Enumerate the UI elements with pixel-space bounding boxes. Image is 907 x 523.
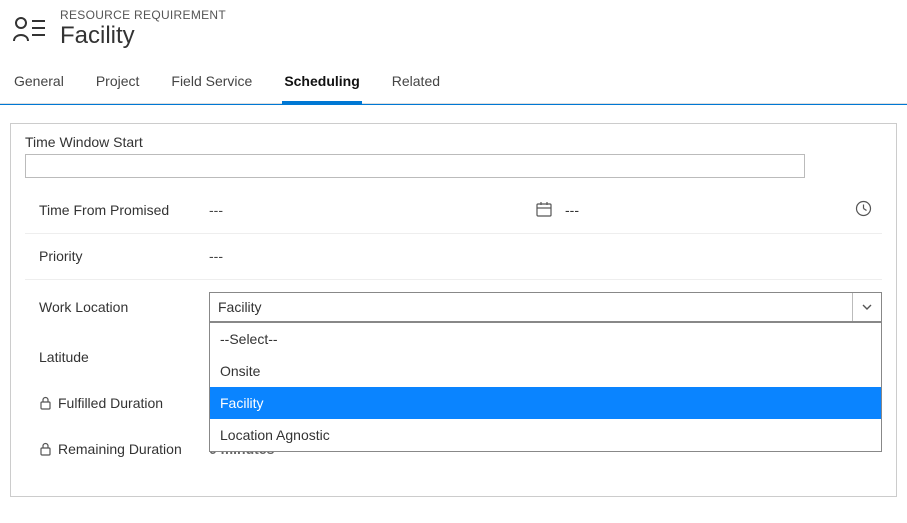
- resource-icon: [12, 14, 46, 44]
- select-value-work-location: Facility: [218, 299, 262, 315]
- row-priority: Priority ---: [25, 234, 882, 280]
- label-remaining-duration: Remaining Duration: [39, 441, 209, 457]
- tab-field-service[interactable]: Field Service: [169, 63, 254, 104]
- label-latitude: Latitude: [39, 349, 209, 365]
- input-time-window-start[interactable]: [25, 154, 805, 178]
- tab-related[interactable]: Related: [390, 63, 442, 104]
- lock-icon: [39, 396, 52, 410]
- calendar-icon[interactable]: [535, 200, 553, 221]
- field-time-window-start: Time Window Start: [25, 134, 882, 178]
- lock-icon: [39, 442, 52, 456]
- header-subtitle: RESOURCE REQUIREMENT: [60, 8, 226, 22]
- row-work-location: Work Location Facility --Select-- Onsite…: [25, 280, 882, 334]
- row-time-from-promised: Time From Promised --- ---: [25, 188, 882, 234]
- value-date-from-promised[interactable]: ---: [565, 202, 579, 218]
- header-title: Facility: [60, 22, 226, 51]
- select-work-location[interactable]: Facility: [209, 292, 882, 322]
- tab-bar: General Project Field Service Scheduling…: [0, 63, 907, 104]
- option-facility[interactable]: Facility: [210, 387, 881, 419]
- label-priority: Priority: [39, 248, 209, 264]
- tab-general[interactable]: General: [12, 63, 66, 104]
- option-location-agnostic[interactable]: Location Agnostic: [210, 419, 881, 451]
- label-time-from-promised: Time From Promised: [39, 202, 209, 218]
- option-onsite[interactable]: Onsite: [210, 355, 881, 387]
- label-fulfilled-duration: Fulfilled Duration: [39, 395, 209, 411]
- option-select[interactable]: --Select--: [210, 323, 881, 355]
- clock-icon[interactable]: [855, 200, 872, 220]
- tab-project[interactable]: Project: [94, 63, 142, 104]
- value-priority[interactable]: ---: [209, 248, 882, 264]
- dropdown-work-location: --Select-- Onsite Facility Location Agno…: [209, 322, 882, 452]
- label-time-window-start: Time Window Start: [25, 134, 882, 150]
- label-work-location: Work Location: [39, 299, 209, 315]
- chevron-down-icon: [852, 293, 873, 321]
- form-panel: Time Window Start Time From Promised ---…: [10, 123, 897, 497]
- tab-scheduling[interactable]: Scheduling: [282, 63, 361, 104]
- page-header: RESOURCE REQUIREMENT Facility: [0, 0, 907, 63]
